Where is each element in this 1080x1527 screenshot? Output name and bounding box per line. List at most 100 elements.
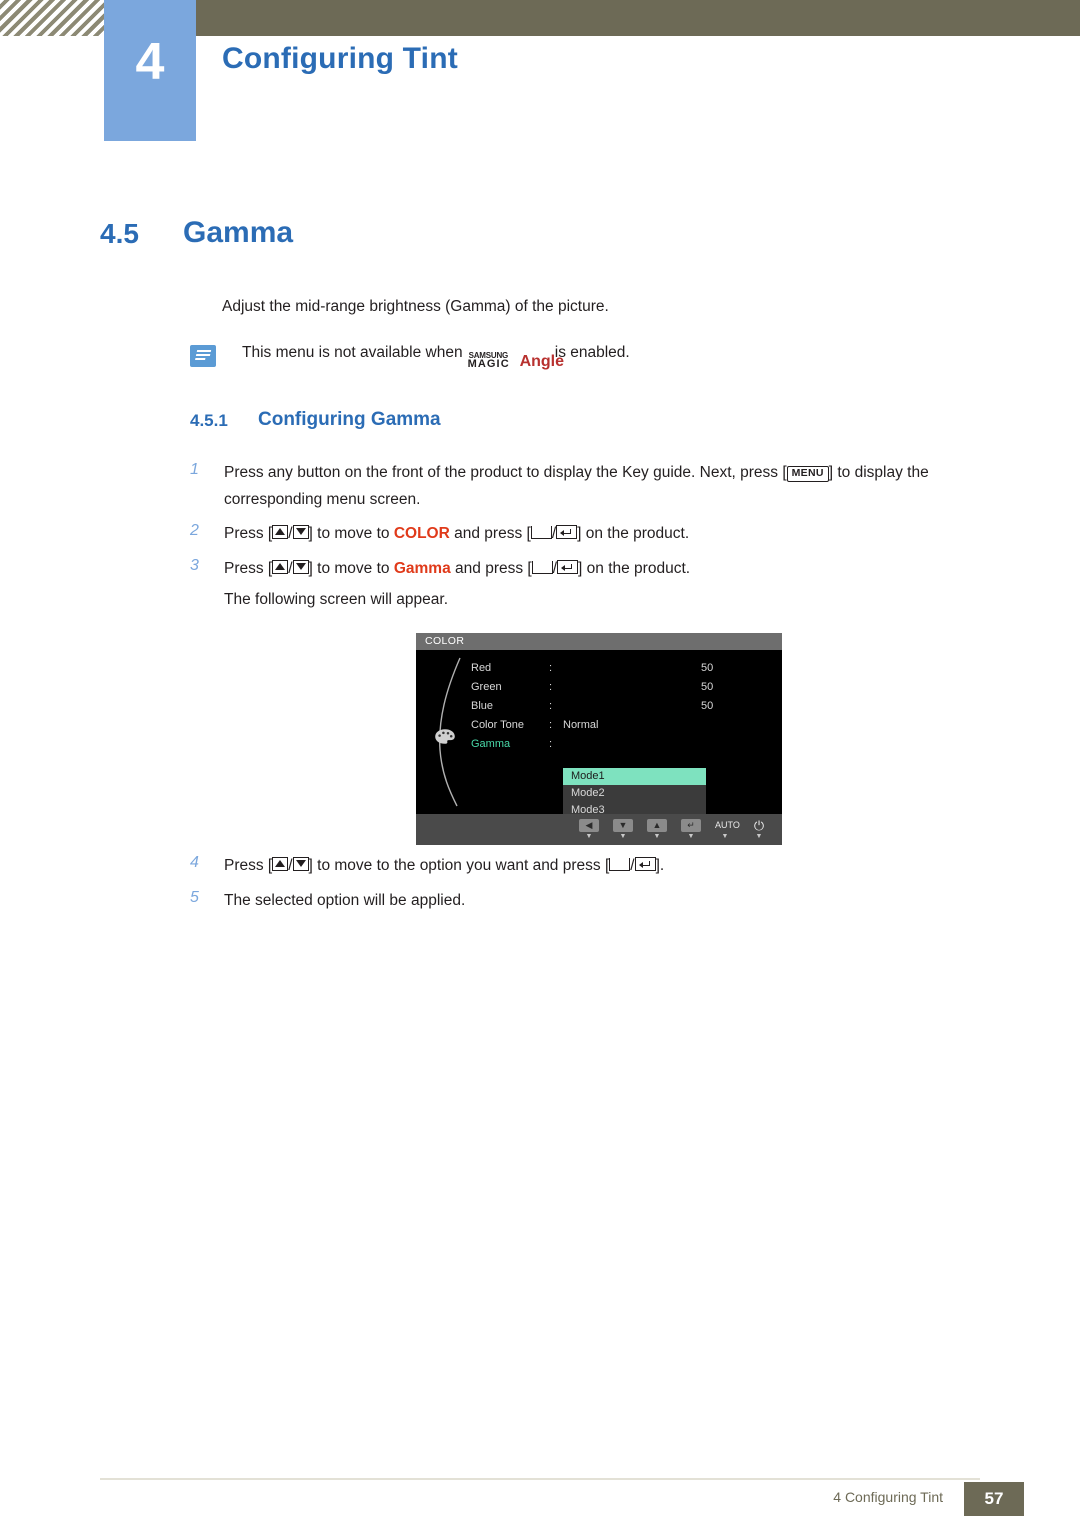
- osd-title: COLOR: [416, 633, 782, 650]
- osd-label-gamma: Gamma: [471, 737, 511, 750]
- step-4-body: Press [/] to move to the option you want…: [224, 853, 664, 880]
- osd-row-gamma[interactable]: Gamma :: [471, 734, 782, 753]
- step-2-text-d: ] on the product.: [577, 525, 690, 543]
- magic-angle-logo: SAMSUNG MAGIC Angle: [467, 352, 564, 371]
- enter-key-icon: [557, 559, 579, 574]
- osd-key-down[interactable]: ▼ ▼: [606, 818, 640, 841]
- note-icon: [190, 345, 216, 367]
- osd-key-auto-glyph: AUTO: [715, 819, 740, 830]
- enter-key-icon: [556, 525, 578, 540]
- auto-label-icon: AUTO: [715, 819, 740, 832]
- osd-colon-color-tone: :: [549, 718, 553, 731]
- osd-key-enter[interactable]: ↵ ▼: [674, 818, 708, 841]
- step-4-text-c: ].: [655, 857, 665, 874]
- note-text: This menu is not available when SAMSUNG …: [242, 344, 630, 371]
- osd-gamma-dropdown[interactable]: Mode1 Mode2 Mode3: [563, 768, 706, 819]
- subsection-number: 4.5.1: [190, 411, 228, 430]
- osd-key-enter-tick: ▼: [687, 832, 695, 840]
- chapter-title: Configuring Tint: [222, 42, 458, 75]
- step-4-text-a: Press [: [224, 857, 273, 874]
- power-icon: ⏻: [749, 819, 769, 832]
- osd-label-blue: Blue: [471, 699, 494, 712]
- palette-icon: [435, 729, 455, 744]
- steps-list-continued: 4 Press [/] to move to the option you wa…: [190, 853, 1020, 922]
- osd-row-green[interactable]: Green : 50: [471, 677, 782, 696]
- osd-value-green: 50: [701, 680, 714, 693]
- step-2-text-c: and press [: [449, 525, 531, 543]
- osd-label-red: Red: [471, 661, 492, 674]
- osd-key-power-glyph: ⏻: [753, 817, 765, 833]
- osd-key-down-tick: ▼: [619, 832, 627, 840]
- osd-key-up-glyph: ▲: [652, 819, 662, 830]
- osd-key-left[interactable]: ◀ ▼: [572, 818, 606, 841]
- osd-label-green: Green: [471, 680, 502, 693]
- osd-key-down-glyph: ▼: [618, 819, 628, 830]
- open-key-icon: [609, 858, 631, 871]
- osd-screenshot: COLOR Red : 50 Green: 50 Blue: 50 Colo…: [416, 633, 782, 845]
- step-1: 1 Press any button on the front of the p…: [190, 460, 1020, 513]
- down-arrow-icon: ▼: [613, 818, 633, 832]
- up-arrow-icon: [272, 525, 289, 540]
- osd-colon-red: :: [549, 661, 553, 674]
- osd-key-auto[interactable]: AUTO ▼: [708, 819, 742, 841]
- osd-value-color-tone: Normal: [563, 718, 599, 731]
- down-arrow-icon: [292, 525, 309, 540]
- osd-colon-green: :: [549, 680, 553, 693]
- osd-key-auto-tick: ▼: [721, 832, 729, 840]
- steps-list: 1 Press any button on the front of the p…: [190, 460, 1020, 623]
- step-5-number: 5: [190, 888, 199, 906]
- step-2-number: 2: [190, 522, 199, 540]
- osd-option-mode2[interactable]: Mode2: [563, 785, 706, 802]
- osd-key-power[interactable]: ⏻ ▼: [742, 819, 776, 841]
- down-arrow-icon: [292, 857, 309, 871]
- note-block: This menu is not available when SAMSUNG …: [190, 344, 910, 371]
- step-3-text-a: Press [: [224, 559, 273, 577]
- osd-key-left-glyph: ◀: [585, 819, 593, 830]
- subsection-title: Configuring Gamma: [258, 409, 441, 430]
- osd-key-up[interactable]: ▲ ▼: [640, 818, 674, 841]
- osd-key-left-tick: ▼: [585, 832, 593, 840]
- step-2-text-a: Press [: [224, 525, 273, 543]
- section-number: 4.5: [100, 218, 139, 249]
- step-2-body: Press [/] to move to COLOR and press [/]…: [224, 521, 689, 548]
- osd-key-guide: ◀ ▼ ▼ ▼ ▲ ▼ ↵ ▼ AUTO ▼ ⏻ ▼: [416, 814, 782, 845]
- osd-key-enter-glyph: ↵: [687, 819, 695, 830]
- intro-paragraph: Adjust the mid-range brightness (Gamma) …: [222, 298, 609, 315]
- step-4: 4 Press [/] to move to the option you wa…: [190, 853, 1020, 880]
- keyword-gamma: Gamma: [393, 559, 451, 577]
- left-arrow-icon: ◀: [579, 818, 599, 832]
- step-4-number: 4: [190, 854, 199, 871]
- step-3-body: Press [/] to move to Gamma and press [/]…: [224, 556, 690, 583]
- enter-key-icon: [634, 857, 656, 871]
- osd-rows: Red : 50 Green : 50 Blue: 50 Color Tone…: [471, 658, 782, 753]
- step-4-text-b: ] to move to the option you want and pre…: [308, 857, 610, 874]
- magic-logo-magic: MAGIC: [467, 358, 510, 370]
- osd-row-red[interactable]: Red : 50: [471, 658, 782, 677]
- step-1-body: Press any button on the front of the pro…: [224, 460, 1020, 513]
- step-3-text-b: ] to move to: [308, 559, 394, 577]
- step-3-text-d: ] on the product.: [578, 559, 691, 577]
- osd-key-up-tick: ▼: [653, 832, 661, 840]
- step-5: 5 The selected option will be applied.: [190, 888, 1020, 915]
- up-arrow-icon: [272, 857, 289, 871]
- step-3-text-c: and press [: [450, 559, 532, 577]
- osd-body: Red : 50 Green : 50 Blue: 50 Color Tone…: [416, 650, 782, 819]
- chapter-number-badge: 4: [104, 0, 196, 141]
- step-3-subtext: The following screen will appear.: [224, 590, 449, 608]
- keyword-color: COLOR: [393, 525, 450, 543]
- osd-value-red: 50: [701, 661, 714, 674]
- osd-colon-gamma: :: [549, 737, 553, 750]
- osd-value-blue: 50: [701, 699, 714, 712]
- header-hatch-pattern: [0, 0, 104, 36]
- enter-key-icon: ↵: [681, 818, 701, 832]
- osd-option-mode1[interactable]: Mode1: [563, 768, 706, 785]
- step-2: 2 Press [/] to move to COLOR and press […: [190, 521, 1020, 548]
- osd-row-color-tone[interactable]: Color Tone : Normal: [471, 715, 782, 734]
- osd-label-color-tone: Color Tone: [471, 718, 524, 731]
- osd-row-blue[interactable]: Blue : 50: [471, 696, 782, 715]
- footer-page-number: 57: [964, 1482, 1024, 1516]
- open-key-icon: [531, 560, 553, 574]
- note-text-after: is enabled.: [554, 344, 630, 361]
- osd-colon-blue: :: [549, 699, 553, 712]
- note-text-before: This menu is not available when: [242, 344, 463, 361]
